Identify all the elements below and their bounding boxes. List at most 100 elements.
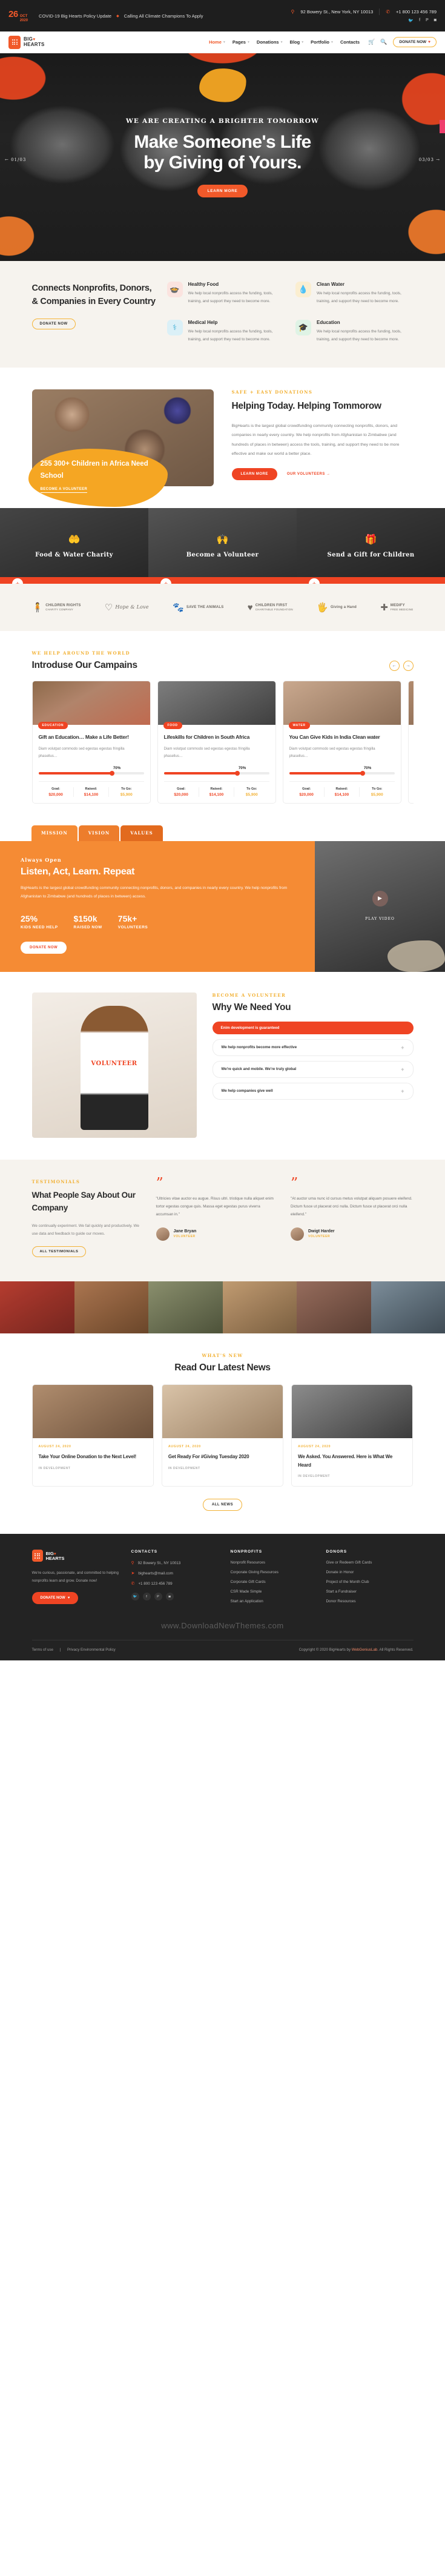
feature-text: We help local nonprofits access the fund… (317, 329, 401, 342)
search-icon[interactable]: 🔍 (380, 39, 387, 45)
partner-logo-children-first[interactable]: ♥ CHILDREN FIRST CHARITABLE FOUNDATION (248, 603, 293, 613)
footer-link-start-fundraiser[interactable]: Start a Fundraiser (326, 1590, 414, 1594)
nav-item-portfolio[interactable]: Portfolio ▼ (311, 39, 334, 45)
news-card[interactable]: AUGUST 24, 2020 Get Ready For #Giving Tu… (161, 1384, 284, 1487)
service-tiles: 🤲 Food & Water Charity + 🙌 Become a Volu… (0, 508, 445, 584)
partner-logo-giving-a-hand[interactable]: 🖐 Giving a Hand (317, 602, 357, 613)
tile-send-a-gift[interactable]: 🎁 Send a Gift for Children + (297, 508, 445, 584)
mission-donate-button[interactable]: DONATE NOW (21, 941, 67, 954)
news-category[interactable]: IN DEVELOPMENT (39, 1467, 147, 1470)
partner-logo-hope-love[interactable]: ♡ Hope & Love (105, 602, 149, 613)
chevron-down-icon: ▼ (280, 40, 283, 44)
campaign-card[interactable]: FOOD Lifeskills for Children in South Af… (157, 681, 276, 804)
all-testimonials-button[interactable]: ALL TESTIMONIALS (31, 1246, 87, 1258)
gallery-image[interactable] (371, 1281, 445, 1334)
hero-learn-more-button[interactable]: LEARN MORE (197, 184, 248, 197)
gallery-image[interactable] (222, 1281, 297, 1334)
our-volunteers-link[interactable]: OUR VOLUNTEERS → (287, 472, 331, 476)
footer-link-donor-resources[interactable]: Donor Resources (326, 1599, 414, 1603)
news-ticker[interactable]: COVID-19 Big Hearts Policy Update ◆ Call… (39, 13, 203, 19)
accordion-item[interactable]: We help companies give well + (212, 1082, 414, 1100)
tab-mission[interactable]: MISSION (31, 825, 77, 841)
partner-logo-save-the-animals[interactable]: 🐾 SAVE THE ANIMALS (173, 602, 223, 613)
nav-item-contacts[interactable]: Contacts (340, 39, 360, 45)
terms-link[interactable]: Terms of use (32, 1648, 53, 1652)
webgeniuslab-link[interactable]: WebGeniusLab (352, 1648, 378, 1652)
footer-link-start-application[interactable]: Start an Application (231, 1599, 318, 1603)
campaign-card[interactable]: HEALTH Lifeskills for Children in South … (407, 681, 414, 804)
campaign-card[interactable]: EDUCATION Gift an Education… Make a Life… (31, 681, 151, 804)
news-item-1[interactable]: Calling All Climate Champions To Apply (124, 13, 203, 19)
twitter-icon[interactable]: 🐦 (131, 1593, 139, 1601)
gallery-image[interactable] (74, 1281, 148, 1334)
gallery-image[interactable] (297, 1281, 371, 1334)
pinterest-icon[interactable]: P (154, 1593, 162, 1601)
news-category[interactable]: IN DEVELOPMENT (168, 1467, 277, 1470)
nav-item-home[interactable]: Home ▼ (209, 39, 226, 45)
gallery-image[interactable] (148, 1281, 223, 1334)
mission-video[interactable]: ▶ PLAY VIDEO (315, 841, 445, 972)
facebook-icon[interactable]: f (419, 18, 420, 23)
basket-icon[interactable]: 🛒 (368, 39, 375, 45)
tile-food-water-charity[interactable]: 🤲 Food & Water Charity + (0, 508, 148, 584)
accordion-item[interactable]: We help nonprofits become more effective… (212, 1039, 414, 1056)
video-caption: PLAY VIDEO (365, 916, 395, 921)
tab-vision[interactable]: VISION (78, 825, 120, 841)
become-volunteer-link[interactable]: BECOME A VOLUNTEER (40, 487, 88, 494)
footer-logo[interactable]: BIG♥ HEARTS (31, 1550, 123, 1562)
footer-donate-button[interactable]: DONATE NOW ♥ (31, 1592, 79, 1605)
footer-link-corporate-giving[interactable]: Corporate Giving Resources (231, 1570, 318, 1574)
footer-link-corporate-gift-cards[interactable]: Corporate Gift Cards (231, 1580, 318, 1584)
pinterest-icon[interactable]: P (426, 18, 429, 23)
footer-link-donate-in-honor[interactable]: Donate in Honor (326, 1570, 414, 1574)
hero-title: Make Someone's Life by Giving of Yours. (134, 132, 311, 174)
news-category[interactable]: IN DEVELOPMENT (298, 1475, 406, 1478)
topbar-phone[interactable]: +1 800 123 456 789 (396, 9, 437, 15)
features-donate-button[interactable]: DONATE NOW (31, 318, 76, 329)
accordion-item-open[interactable]: Enim development is guaranteed (212, 1021, 414, 1034)
footer-about: We're curious, passionate, and committed… (31, 1571, 119, 1584)
campaigns-section: WE HELP AROUND THE WORLD Introduse Our C… (0, 631, 445, 825)
play-icon[interactable]: ▶ (372, 890, 388, 907)
nav-item-blog[interactable]: Blog ▼ (290, 39, 305, 45)
helping-learn-more-button[interactable]: LEARN MORE (231, 468, 277, 481)
donate-now-button[interactable]: DONATE NOW ♥ (393, 37, 437, 47)
partner-logo-medify[interactable]: ✚ MEDIFY FREE MEDICINE (380, 602, 413, 613)
privacy-link[interactable]: Privacy Environmental Policy (67, 1648, 116, 1652)
hero-next-counter[interactable]: 03/03 → (419, 157, 440, 162)
togo-label: To Go: (372, 787, 383, 791)
site-logo[interactable]: BIG♥ HEARTS (8, 35, 45, 49)
feature-title: Clean Water (317, 282, 344, 287)
campaign-card[interactable]: WATER You Can Give Kids in India Clean w… (282, 681, 401, 804)
twitter-icon[interactable]: 🐦 (408, 18, 414, 23)
instagram-icon[interactable]: ◙ (165, 1593, 174, 1601)
partner-logo-children-rights[interactable]: 🧍 CHILDREN RIGHTS CHARITY COMPANY (32, 602, 81, 613)
news-item-0[interactable]: COVID-19 Big Hearts Policy Update (39, 13, 111, 19)
nav-item-donations[interactable]: Donations ▼ (257, 39, 283, 45)
nav-item-pages[interactable]: Pages ▼ (232, 39, 250, 45)
footer-phone[interactable]: +1 800 123 456 789 (138, 1582, 172, 1586)
accordion-item[interactable]: We're quick and mobile. We're truly glob… (212, 1060, 414, 1078)
news-card[interactable]: AUGUST 24, 2020 We Asked. You Answered. … (291, 1384, 414, 1487)
hero-prev-counter[interactable]: ← 01/03 (5, 157, 26, 162)
facebook-icon[interactable]: f (142, 1593, 151, 1601)
footer-link-gift-cards[interactable]: Give or Redeem Gift Cards (326, 1560, 414, 1565)
heart-cross-icon: ✚ (380, 603, 388, 613)
footer-link-nonprofit-resources[interactable]: Nonprofit Resources (231, 1560, 318, 1565)
footer-link-csr-made-simple[interactable]: CSR Made Simple (231, 1590, 318, 1594)
gallery-image[interactable] (0, 1281, 74, 1334)
arrow-right-icon[interactable]: → (403, 661, 414, 672)
tile-become-a-volunteer[interactable]: 🙌 Become a Volunteer + (148, 508, 297, 584)
tab-values[interactable]: VALUES (120, 825, 163, 841)
news-card[interactable]: AUGUST 24, 2020 Take Your Online Donatio… (31, 1384, 154, 1487)
date-month: OCT (19, 14, 28, 18)
campaigns-eyebrow: WE HELP AROUND THE WORLD (31, 650, 131, 656)
instagram-icon[interactable]: ◙ (434, 18, 437, 23)
all-news-button[interactable]: ALL NEWS (202, 1499, 243, 1511)
hero-side-tab[interactable] (440, 120, 445, 133)
footer-email[interactable]: bighearts@mail.com (138, 1571, 173, 1576)
arrow-left-icon[interactable]: ← (389, 661, 400, 672)
raised-value: $14,100 (334, 792, 349, 797)
footer-link-project-month-club[interactable]: Project of the Month Club (326, 1580, 414, 1584)
helping-hands-icon: 🙌 (216, 535, 229, 546)
